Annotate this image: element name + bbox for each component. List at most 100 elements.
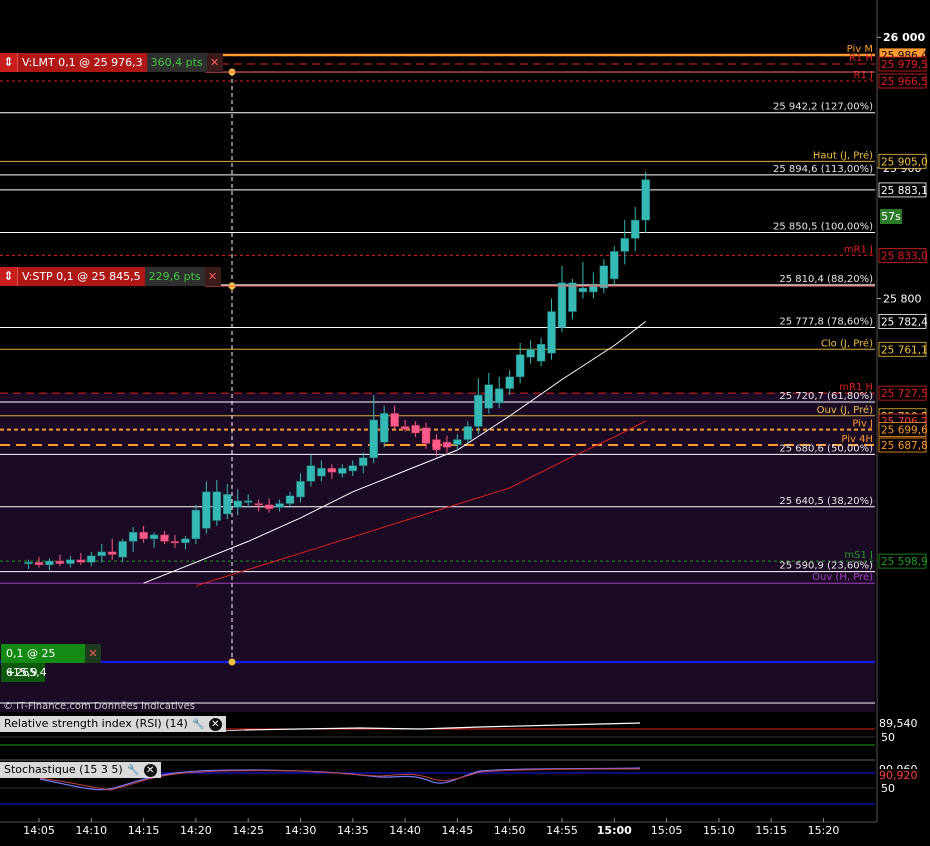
wrench-icon[interactable]: 🔧 [127, 764, 140, 777]
candle-body [327, 468, 337, 473]
price-tag: 25 699,6 [881, 425, 928, 437]
level-label: 25 942,2 (127,00%) [773, 102, 873, 113]
candle-body [568, 282, 577, 312]
candle-body [97, 551, 107, 557]
stop-order-label[interactable]: V:STP 0,1 @ 25 845,5 [17, 267, 145, 286]
price-tag: 25 687,8 [881, 440, 928, 452]
rsi-value: 89,540 [879, 717, 918, 730]
candle-body [369, 419, 378, 459]
candle-body [34, 562, 44, 566]
wrench-icon[interactable]: 🔧 [192, 718, 205, 731]
candle-countdown: 57s [880, 209, 902, 224]
level-label: Clo (J, Pré) [821, 337, 873, 349]
double-arrow-icon[interactable]: ⇕ [0, 53, 17, 72]
price-tag: 25 782,4 [881, 316, 928, 328]
level-label: 25 680,6 (50,00%) [779, 443, 873, 454]
candle-body [421, 427, 431, 444]
candle-body [578, 287, 588, 293]
candle-body [66, 559, 75, 564]
candle-body [620, 238, 630, 252]
time-tick-label: 14:45 [442, 824, 474, 837]
axis-tick-label: 26 000 [883, 31, 925, 44]
level-label: R1 H [849, 53, 873, 64]
candle-body [463, 426, 473, 440]
level-label: Ouv (H, Pré) [812, 571, 873, 583]
axis-tick-label: 25 800 [883, 292, 922, 305]
candle-body [223, 494, 232, 515]
rsi-title: Relative strength index (RSI) (14) [4, 717, 188, 730]
candle-body [45, 560, 54, 566]
position-tab[interactable]: 0,1 @ 25 615,9 ✕ +265,4 [1, 644, 101, 682]
candle-body [641, 179, 650, 221]
time-tick-label: 14:10 [75, 824, 107, 837]
level-label: mS1 J [844, 550, 873, 561]
candle-body [400, 426, 410, 430]
candle-body [243, 500, 253, 503]
close-icon[interactable]: ✕ [85, 644, 101, 663]
level-label: Haut (J, Pré) [813, 149, 873, 161]
stoch-value-2: 90,920 [879, 769, 918, 782]
candle-body [170, 541, 180, 544]
limit-order-label[interactable]: V:LMT 0,1 @ 25 976,3 [17, 53, 147, 72]
close-icon[interactable]: ✕ [143, 763, 157, 777]
candle-body [275, 503, 284, 508]
candle-body [191, 509, 201, 540]
candle-body [390, 413, 399, 427]
candle-body [212, 491, 222, 521]
level-label: 25 894,6 (113,00%) [773, 164, 873, 175]
candle-body [432, 439, 441, 451]
position-label[interactable]: 0,1 @ 25 615,9 [1, 644, 85, 679]
candle-body [338, 468, 347, 474]
stop-order-points: 229,6 pts [144, 267, 205, 286]
candle-body [484, 384, 494, 409]
double-arrow-icon[interactable]: ⇕ [0, 267, 17, 286]
candle-body [128, 532, 138, 542]
candle-body [254, 503, 263, 506]
candle-body [630, 219, 640, 239]
limit-order-tab[interactable]: ⇕ V:LMT 0,1 @ 25 976,3 360,4 pts ✕ [0, 53, 223, 72]
candle-body [306, 465, 316, 482]
price-tag: 25 905,0 [881, 156, 928, 168]
candle-body [442, 441, 452, 448]
watermark: © IT-Finance.com Données indicatives [3, 700, 195, 712]
candle-body [149, 534, 159, 540]
candle-body [24, 562, 33, 565]
stoch-level: 50 [881, 782, 895, 795]
stop-order-tab[interactable]: ⇕ V:STP 0,1 @ 25 845,5 229,6 pts ✕ [0, 267, 221, 286]
candle-body [494, 388, 504, 404]
time-tick-label: 15:20 [808, 824, 840, 837]
candle-body [515, 354, 525, 378]
time-tick-label: 14:15 [128, 824, 160, 837]
candle-body [139, 532, 148, 540]
candle-body [411, 424, 420, 434]
candle-body [547, 311, 556, 354]
time-tick-label: 15:00 [597, 824, 632, 837]
candle-body [118, 541, 127, 558]
candle-body [505, 376, 514, 389]
stoch-title: Stochastique (15 3 5) [4, 763, 123, 776]
position-pnl: +265,4 [1, 663, 47, 682]
candle-body [453, 439, 462, 446]
candle-body [599, 265, 609, 289]
time-tick-label: 14:40 [389, 824, 421, 837]
candle-body [285, 495, 295, 504]
candle-body [317, 468, 326, 477]
price-tag: 25 727,5 [881, 388, 928, 400]
candle-body [474, 394, 483, 427]
rsi-header: Relative strength index (RSI) (14) 🔧 ✕ [0, 716, 226, 732]
close-icon[interactable]: ✕ [208, 717, 222, 731]
price-tag: 25 966,5 [881, 76, 928, 88]
stoch-header: Stochastique (15 3 5) 🔧 ✕ [0, 762, 161, 778]
trading-chart-window: Piv M R1 H R1 J 25 942,2 (127,00%) Haut (J, … [0, 0, 930, 842]
candle-body [557, 282, 567, 328]
level-label: Piv J [852, 419, 873, 430]
time-tick-label: 14:30 [285, 824, 317, 837]
close-icon[interactable]: ✕ [206, 53, 223, 72]
level-label: 25 640,5 (38,20%) [779, 496, 873, 507]
level-label: 25 720,7 (61,80%) [779, 391, 873, 402]
level-label: Ouv (J, Pré) [817, 404, 873, 416]
time-tick-label: 14:50 [494, 824, 526, 837]
time-tick-label: 15:15 [755, 824, 787, 837]
close-icon[interactable]: ✕ [204, 267, 221, 286]
candle-body [233, 500, 242, 508]
